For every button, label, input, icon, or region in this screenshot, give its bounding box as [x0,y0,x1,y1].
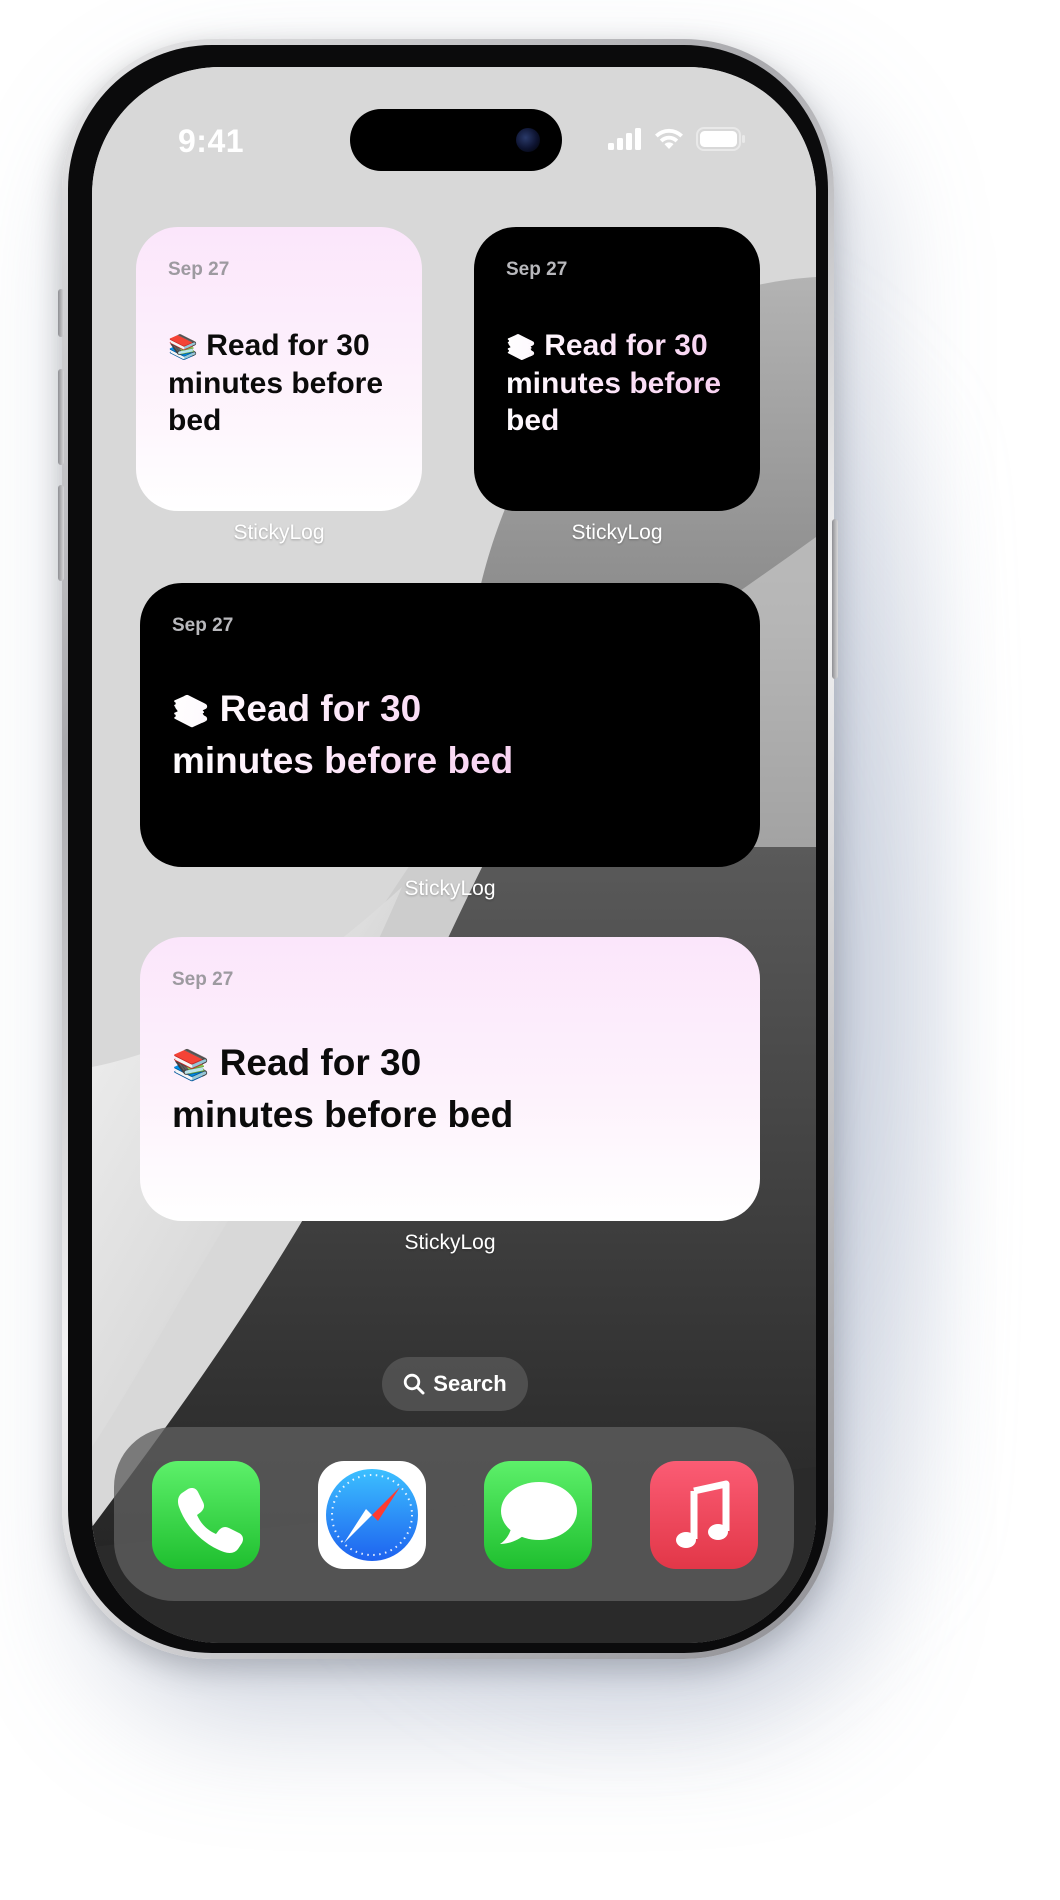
widget-date: Sep 27 [506,259,568,280]
phone-bezel: 9:41 Sep 27 📚 Read for 30 minutes before… [68,45,828,1653]
volume-down-button[interactable] [58,485,64,581]
widget-habit-text: 📚 Read for 30 minutes before bed [168,327,398,440]
volume-up-button[interactable] [58,369,64,465]
search-label: Search [433,1371,507,1396]
phone-handset-icon [178,1488,243,1553]
widget-app-label: StickyLog [404,1231,496,1254]
status-icons [608,127,746,151]
widget-habit-label: Read for 30 minutes before bed [168,329,384,437]
widget-medium-dark[interactable]: Sep 27 📚 Read for 30 minutes before bed [140,583,760,867]
power-button[interactable] [832,519,838,679]
widget-habit-label: Read for 30 minutes before bed [172,1042,514,1135]
messages-app-icon[interactable] [484,1461,592,1569]
phone-frame: 9:41 Sep 27 📚 Read for 30 minutes before… [58,39,838,1659]
books-emoji-icon: 📚 [168,334,198,361]
widget-small-light[interactable]: Sep 27 📚 Read for 30 minutes before bed [136,227,422,511]
widget-app-label: StickyLog [404,877,496,900]
front-camera-icon [516,128,540,152]
compass-icon [326,1469,418,1561]
widget-habit-text: 📚 Read for 30 minutes before bed [172,1037,572,1141]
widget-habit-label: Read for 30 minutes before bed [506,329,722,437]
spotlight-search-button[interactable]: Search [382,1357,528,1411]
cellular-signal-icon [608,128,641,150]
books-emoji-icon: 📚 [172,1049,210,1082]
widget-date: Sep 27 [172,969,234,990]
music-note-icon [676,1480,730,1548]
widget-habit-text: 📚 Read for 30 minutes before bed [506,327,736,440]
books-emoji-icon: 📚 [506,334,536,361]
status-time: 9:41 [178,123,245,159]
dock [114,1427,794,1601]
wifi-icon [655,128,683,149]
widget-app-label: StickyLog [233,521,325,544]
dynamic-island [350,109,562,171]
widget-date: Sep 27 [172,615,234,636]
speech-bubble-icon [500,1482,577,1544]
widget-medium-light[interactable]: Sep 27 📚 Read for 30 minutes before bed [140,937,760,1221]
widget-small-dark[interactable]: Sep 27 📚 Read for 30 minutes before bed [474,227,760,511]
home-screen: 9:41 Sep 27 📚 Read for 30 minutes before… [92,67,816,1643]
battery-icon [696,127,745,151]
phone-app-icon[interactable] [152,1461,260,1569]
widget-app-label: StickyLog [571,521,663,544]
music-app-icon[interactable] [650,1461,758,1569]
safari-app-icon[interactable] [318,1461,426,1569]
books-emoji-icon: 📚 [172,695,210,728]
widget-habit-label: Read for 30 minutes before bed [172,688,514,781]
widget-habit-text: 📚 Read for 30 minutes before bed [172,683,572,787]
widget-date: Sep 27 [168,259,230,280]
action-button[interactable] [58,289,64,337]
search-icon [404,1373,425,1395]
